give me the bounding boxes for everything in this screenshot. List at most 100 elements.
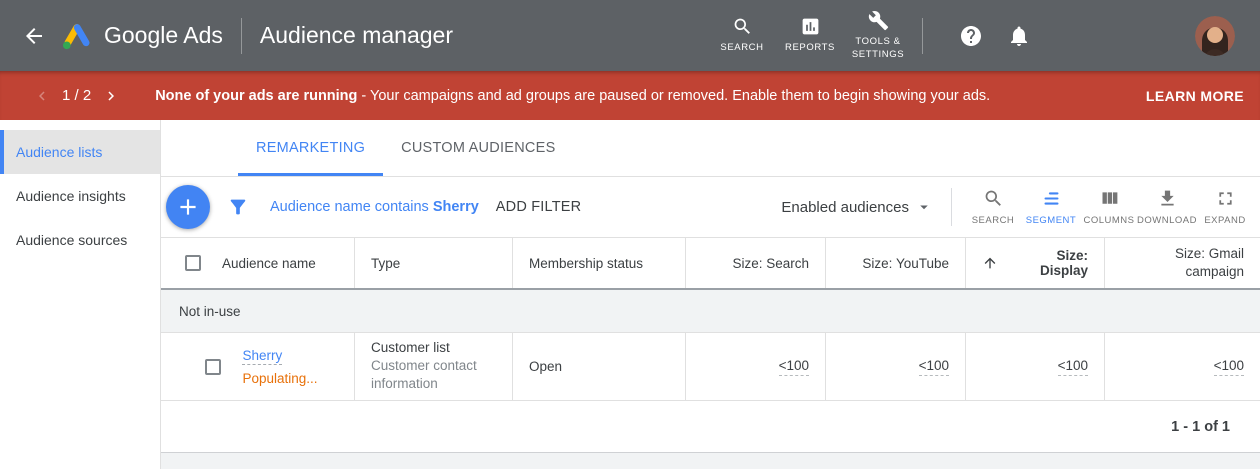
- search-icon: [732, 16, 753, 37]
- banner-detail: - Your campaigns and ad groups are pause…: [357, 88, 990, 104]
- banner-pager: 1 / 2: [62, 87, 91, 104]
- nav-tools-settings-label: TOOLS & SETTINGS: [852, 36, 904, 61]
- columns-icon: [1099, 188, 1120, 209]
- avatar[interactable]: [1195, 16, 1235, 56]
- row-checkbox[interactable]: [205, 359, 221, 375]
- table-search-button[interactable]: SEARCH: [964, 188, 1022, 226]
- header-cell-audience-name: Audience name: [161, 238, 355, 288]
- product-name: Google Ads: [104, 22, 223, 49]
- page-body: Audience lists Audience insights Audienc…: [0, 120, 1260, 469]
- app-bar-right: SEARCH REPORTS TOOLS & SETTINGS: [708, 10, 1260, 61]
- tools-settings-icon: [868, 10, 889, 31]
- group-label: Not in-use: [179, 304, 241, 319]
- header-cell-type[interactable]: Type: [355, 238, 513, 288]
- table-download-button[interactable]: DOWNLOAD: [1138, 188, 1196, 226]
- toolbar: Audience name contains Sherry ADD FILTER…: [161, 177, 1260, 238]
- segment-icon: [1041, 188, 1062, 209]
- filter-icon: [227, 196, 249, 218]
- active-filter-chip[interactable]: Audience name contains Sherry: [270, 199, 479, 215]
- tool-label: SEGMENT: [1026, 215, 1076, 226]
- audience-view-value: Enabled audiences: [781, 199, 909, 216]
- header-cell-size-gmail[interactable]: Size: Gmail campaign: [1105, 238, 1260, 288]
- type-main: Customer list: [371, 340, 496, 355]
- table-columns-button[interactable]: COLUMNS: [1080, 188, 1138, 226]
- google-ads-logo: [60, 19, 94, 53]
- populating-status: Populating...: [242, 371, 317, 386]
- cell-membership-status: Open: [513, 333, 686, 400]
- help-icon: [959, 24, 983, 48]
- nav-reports-label: REPORTS: [785, 42, 835, 54]
- nav-reports[interactable]: REPORTS: [779, 16, 841, 54]
- tool-label: DOWNLOAD: [1137, 215, 1197, 226]
- notifications-icon: [1007, 24, 1031, 48]
- add-filter-button[interactable]: ADD FILTER: [496, 199, 582, 215]
- header-cell-membership-status[interactable]: Membership status: [513, 238, 686, 288]
- filter-button[interactable]: [227, 196, 249, 218]
- cell-size-gmail: <100: [1105, 333, 1260, 400]
- table-footer: 1 - 1 of 1: [161, 401, 1260, 453]
- tool-label: COLUMNS: [1083, 215, 1134, 226]
- membership-status-value: Open: [529, 359, 669, 374]
- avatar-image: [1195, 16, 1235, 56]
- cell-size-search: <100: [686, 333, 826, 400]
- sidebar-item-audience-lists[interactable]: Audience lists: [0, 130, 160, 174]
- nav-search[interactable]: SEARCH: [711, 16, 773, 54]
- column-label[interactable]: Audience name: [222, 256, 316, 271]
- nav-search-label: SEARCH: [720, 42, 763, 54]
- name-block: Sherry Populating...: [242, 348, 317, 386]
- nav-tools-settings[interactable]: TOOLS & SETTINGS: [847, 10, 909, 61]
- audience-view-dropdown[interactable]: Enabled audiences: [781, 198, 933, 216]
- header-cell-size-search[interactable]: Size: Search: [686, 238, 826, 288]
- tab-remarketing[interactable]: REMARKETING: [238, 120, 383, 176]
- select-all-checkbox[interactable]: [185, 255, 201, 271]
- help-button[interactable]: [951, 16, 991, 56]
- size-gmail-value: <100: [1214, 358, 1244, 376]
- column-label: Size: Display: [1006, 248, 1088, 278]
- filter-prefix: Audience name contains: [270, 199, 433, 215]
- add-audience-button[interactable]: [166, 185, 210, 229]
- tab-custom-audiences[interactable]: CUSTOM AUDIENCES: [383, 120, 573, 176]
- group-row-not-in-use: Not in-use: [161, 290, 1260, 333]
- cell-type: Customer list Customer contact informati…: [355, 333, 513, 400]
- sidebar: Audience lists Audience insights Audienc…: [0, 120, 161, 469]
- page-title: Audience manager: [260, 22, 453, 49]
- banner-message: None of your ads are running - Your camp…: [155, 88, 990, 104]
- audience-name-link[interactable]: Sherry: [242, 348, 282, 365]
- size-display-value: <100: [1058, 358, 1088, 376]
- sidebar-item-audience-sources[interactable]: Audience sources: [0, 218, 160, 262]
- alert-banner: 1 / 2 None of your ads are running - You…: [0, 71, 1260, 120]
- tab-bar: REMARKETING CUSTOM AUDIENCES: [161, 120, 1260, 177]
- size-youtube-value: <100: [919, 358, 949, 376]
- table-expand-button[interactable]: EXPAND: [1196, 188, 1254, 226]
- banner-next-button[interactable]: [99, 84, 123, 108]
- table-segment-button[interactable]: SEGMENT: [1022, 188, 1080, 226]
- notifications-button[interactable]: [999, 16, 1039, 56]
- table-header: Audience name Type Membership status Siz…: [161, 238, 1260, 290]
- sidebar-item-label: Audience insights: [16, 188, 126, 204]
- cell-audience-name: Sherry Populating...: [161, 333, 355, 400]
- back-button[interactable]: [14, 16, 54, 56]
- banner-headline: None of your ads are running: [155, 88, 357, 104]
- app-bar-actions: [947, 16, 1043, 56]
- search-icon: [983, 188, 1004, 209]
- banner-prev-button[interactable]: [30, 84, 54, 108]
- sidebar-item-label: Audience sources: [16, 232, 127, 248]
- download-icon: [1157, 188, 1178, 209]
- header-cell-size-youtube[interactable]: Size: YouTube: [826, 238, 966, 288]
- chevron-right-icon: [102, 87, 120, 105]
- expand-icon: [1215, 188, 1236, 209]
- cell-size-youtube: <100: [826, 333, 966, 400]
- sidebar-item-audience-insights[interactable]: Audience insights: [0, 174, 160, 218]
- cell-size-display: <100: [966, 333, 1105, 400]
- learn-more-button[interactable]: LEARN MORE: [1146, 88, 1244, 104]
- dropdown-caret-icon: [915, 198, 933, 216]
- app-bar-divider: [922, 18, 923, 54]
- header-cell-size-display[interactable]: Size: Display: [966, 238, 1105, 288]
- size-search-value: <100: [779, 358, 809, 376]
- main-content: REMARKETING CUSTOM AUDIENCES Audience na…: [161, 120, 1260, 469]
- chevron-left-icon: [33, 87, 51, 105]
- reports-icon: [800, 16, 821, 37]
- bottom-strip: [161, 453, 1260, 469]
- filter-value: Sherry: [433, 199, 479, 215]
- app-bar-left: Google Ads Audience manager: [0, 16, 453, 56]
